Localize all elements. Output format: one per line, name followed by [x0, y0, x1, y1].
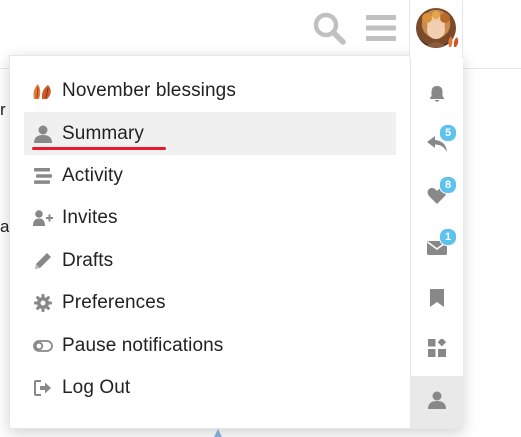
pencil-icon — [32, 250, 54, 272]
user-menu-button[interactable] — [409, 0, 463, 58]
menu-item-label: November blessings — [62, 80, 236, 102]
background-text: r — [0, 100, 6, 119]
menu-item-label: Drafts — [62, 249, 114, 271]
tab-likes[interactable]: 8 — [411, 172, 463, 224]
scroll-indicator-icon — [214, 429, 222, 437]
user-plus-icon — [32, 207, 54, 229]
menu-item-label: Summary — [62, 122, 144, 144]
menu-item-preferences[interactable]: Preferences — [24, 282, 396, 324]
search-icon[interactable] — [309, 8, 349, 48]
widgets-icon — [428, 337, 447, 362]
user-icon — [428, 391, 446, 414]
menu-item-pause-notifications[interactable]: Pause notifications — [24, 324, 396, 366]
menu-item-activity[interactable]: Activity — [24, 155, 396, 197]
tab-profile[interactable] — [411, 376, 463, 428]
leaves-emoji-icon — [32, 80, 54, 102]
hamburger-icon[interactable] — [361, 8, 401, 48]
red-underline-annotation — [32, 147, 166, 151]
stream-icon — [32, 165, 54, 187]
replies-count-badge: 5 — [439, 124, 457, 142]
tab-bookmarks[interactable] — [411, 274, 463, 326]
user-menu-panel: November blessings Summary Activity Invi… — [9, 55, 463, 429]
menu-item-label: Log Out — [62, 376, 131, 398]
user-menu-tabs: 5 8 1 — [410, 56, 463, 428]
tab-replies[interactable]: 5 — [411, 120, 463, 172]
quick-access-list: November blessings Summary Activity Invi… — [24, 70, 396, 409]
menu-item-status[interactable]: November blessings — [24, 70, 396, 112]
menu-item-label: Invites — [62, 207, 118, 229]
menu-item-label: Activity — [62, 164, 123, 186]
menu-item-label: Pause notifications — [62, 334, 224, 356]
bookmark-icon — [430, 288, 444, 312]
menu-item-label: Preferences — [62, 292, 166, 314]
likes-count-badge: 8 — [439, 176, 457, 194]
toggle-off-icon — [32, 335, 54, 357]
sign-out-icon — [32, 377, 54, 399]
menu-item-invites[interactable]: Invites — [24, 197, 396, 239]
gear-icon — [32, 292, 54, 314]
tab-review[interactable] — [411, 324, 463, 376]
menu-item-log-out[interactable]: Log Out — [24, 367, 396, 409]
bell-icon — [428, 85, 446, 108]
tab-messages[interactable]: 1 — [411, 224, 463, 276]
user-icon — [32, 123, 54, 145]
leaves-emoji-icon — [446, 34, 460, 53]
tab-notifications[interactable] — [411, 70, 463, 122]
menu-item-summary[interactable]: Summary — [24, 112, 396, 155]
messages-count-badge: 1 — [439, 228, 457, 246]
menu-item-drafts[interactable]: Drafts — [24, 240, 396, 282]
